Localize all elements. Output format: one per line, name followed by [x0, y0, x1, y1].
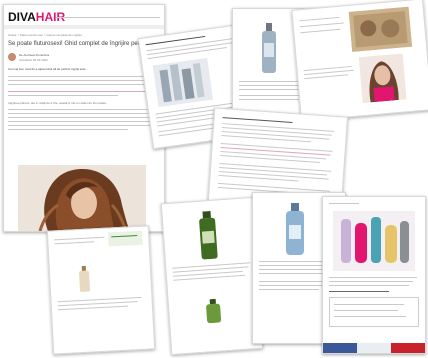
ad-banner[interactable]	[108, 230, 143, 247]
pinterest-share-button[interactable]	[391, 343, 425, 353]
blue-spray-bottle	[283, 203, 307, 255]
small-bottle	[78, 265, 91, 293]
hair-illustration	[18, 165, 146, 231]
logo-text-main: DIVA	[8, 10, 36, 24]
article-page-brushes	[322, 196, 426, 354]
green-jar	[205, 298, 223, 324]
top-nav	[56, 15, 160, 21]
product-group-photo	[152, 57, 213, 108]
serum-bottle	[259, 23, 279, 73]
breadcrumb[interactable]: Acasa > Sfaturi pentru par > Gama comple…	[8, 33, 82, 37]
intro-lead: Cel mai bun mod de a ajuta părul să fie …	[8, 67, 88, 71]
vintage-poster	[348, 6, 413, 52]
nav-bar	[4, 25, 164, 29]
article-page-bottomleft	[46, 225, 156, 355]
publish-date: Actualizat 05.03.2023	[19, 58, 48, 62]
hair-model-photo	[18, 165, 146, 231]
brushes-photo	[333, 211, 415, 271]
body-paragraph	[8, 109, 160, 157]
highlight-text: Ingrijirea părului, ale în viață de 4 zi…	[8, 101, 107, 105]
avatar	[8, 53, 16, 61]
author-name[interactable]: De Andreea Florentina	[19, 53, 49, 57]
woman-portrait	[358, 53, 407, 104]
intro-paragraph: Cel mai bun mod de a ajuta părul să fie …	[8, 67, 160, 97]
facebook-share-button[interactable]	[323, 343, 357, 353]
article-page-green	[160, 196, 264, 356]
share-bar	[323, 343, 425, 353]
page-title: Se poate fluturosexi! Ghid complet de în…	[8, 41, 158, 47]
article-page-portrait	[291, 0, 428, 122]
green-shampoo-bottle	[196, 210, 219, 260]
form-box[interactable]	[329, 297, 419, 327]
twitter-share-button[interactable]	[357, 343, 391, 353]
